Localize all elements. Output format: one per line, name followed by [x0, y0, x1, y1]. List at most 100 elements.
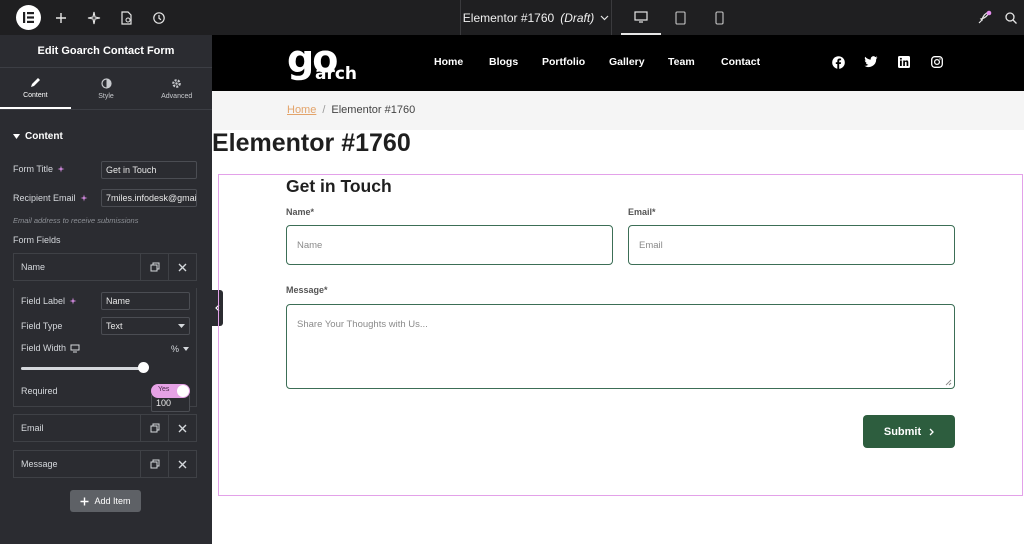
repeater-item-label: Name — [21, 262, 46, 272]
remove-button[interactable] — [168, 450, 196, 478]
close-icon — [178, 460, 187, 468]
chevron-down-icon — [600, 15, 609, 20]
slider-fill — [21, 367, 143, 370]
form-title: Get in Touch — [286, 176, 392, 196]
tablet-view-button[interactable] — [660, 0, 700, 35]
caret-down-icon — [13, 134, 20, 139]
elementor-logo-button[interactable] — [16, 5, 41, 30]
facebook-icon[interactable] — [831, 55, 845, 69]
tab-content[interactable]: Content — [0, 68, 71, 109]
recipient-email-input[interactable]: 7miles.infodesk@gmail — [101, 189, 197, 207]
field-width-slider[interactable] — [21, 367, 143, 370]
document-status: (Draft) — [560, 10, 595, 25]
resize-handle-icon[interactable] — [945, 379, 952, 386]
nav-contact[interactable]: Contact — [721, 56, 760, 68]
nav-blogs[interactable]: Blogs — [489, 56, 518, 68]
document-title-dropdown[interactable]: Elementor #1760 (Draft) — [460, 0, 612, 35]
email-input[interactable]: Email — [628, 225, 955, 265]
close-icon — [178, 424, 187, 432]
breadcrumb-separator: / — [322, 104, 326, 116]
slider-handle[interactable] — [138, 362, 149, 373]
repeater-item-email[interactable]: Email — [13, 414, 197, 442]
add-element-button[interactable] — [49, 6, 73, 30]
nav-gallery[interactable]: Gallery — [609, 56, 645, 68]
tab-style[interactable]: Style — [71, 68, 142, 109]
editor-panel: Edit Goarch Contact Form Content Style A… — [0, 35, 212, 544]
plus-icon — [56, 13, 66, 23]
name-input[interactable]: Name — [286, 225, 613, 265]
ai-sparkle-icon[interactable] — [57, 165, 66, 174]
sparkle-icon — [87, 11, 101, 25]
twitter-icon[interactable] — [864, 55, 878, 69]
required-label: Required — [21, 386, 58, 396]
content-section-title: Content — [25, 131, 63, 142]
name-field-label: Name* — [286, 207, 315, 217]
search-icon — [1005, 12, 1017, 24]
breadcrumb-home-link[interactable]: Home — [287, 104, 316, 116]
close-icon — [178, 263, 187, 271]
remove-button[interactable] — [168, 253, 196, 281]
logo-sub-text: arch — [315, 64, 358, 84]
gear-icon — [172, 78, 181, 88]
caret-down-icon — [178, 324, 185, 328]
chevron-right-icon — [929, 428, 935, 435]
submit-button[interactable]: Submit — [863, 415, 955, 448]
page-title: Elementor #1760 — [212, 129, 411, 157]
history-button[interactable] — [147, 6, 171, 30]
message-textarea[interactable]: Share Your Thoughts with Us... — [286, 304, 955, 389]
ai-sparkle-icon[interactable] — [69, 297, 78, 306]
site-logo[interactable]: go arch — [287, 40, 357, 84]
field-label-input[interactable]: Name — [101, 292, 190, 310]
notifications-button[interactable] — [972, 6, 996, 30]
field-type-value: Text — [106, 321, 123, 331]
site-header: go arch Home Blogs Portfolio Gallery Tea… — [212, 35, 1024, 91]
ai-sparkle-icon[interactable] — [80, 194, 89, 203]
content-section-toggle[interactable]: Content — [13, 131, 63, 142]
required-toggle[interactable]: Yes — [151, 384, 190, 398]
tab-advanced-label: Advanced — [161, 92, 193, 100]
elementor-icon — [23, 12, 34, 23]
caret-down-icon — [183, 347, 190, 351]
panel-title: Edit Goarch Contact Form — [0, 35, 212, 68]
toggle-knob — [177, 385, 189, 397]
mobile-icon — [714, 10, 724, 25]
repeater-item-label: Email — [21, 423, 44, 433]
mobile-view-button[interactable] — [699, 0, 739, 35]
repeater-item-message[interactable]: Message — [13, 450, 197, 478]
half-circle-icon — [100, 77, 112, 89]
linkedin-icon[interactable] — [897, 55, 911, 69]
unit-value: % — [171, 344, 180, 354]
submit-label: Submit — [883, 425, 922, 438]
form-title-label-text: Form Title — [13, 164, 54, 174]
message-field-label: Message* — [286, 285, 328, 295]
nav-team[interactable]: Team — [668, 56, 695, 68]
instagram-icon[interactable] — [930, 55, 944, 69]
form-fields-label: Form Fields — [13, 235, 61, 245]
recipient-email-hint: Email address to receive submissions — [13, 216, 139, 225]
duplicate-button[interactable] — [140, 253, 168, 281]
page-settings-button[interactable] — [114, 6, 138, 30]
desktop-icon — [634, 10, 648, 23]
field-width-label: Field Width — [21, 343, 80, 353]
desktop-view-button[interactable] — [621, 0, 661, 35]
email-field-label: Email* — [628, 207, 656, 217]
editor-topbar: Elementor #1760 (Draft) — [0, 0, 1024, 35]
nav-home[interactable]: Home — [434, 56, 463, 68]
rocket-icon — [978, 10, 992, 24]
plus-icon — [80, 497, 89, 505]
duplicate-button[interactable] — [140, 450, 168, 478]
repeater-item-name[interactable]: Name — [13, 253, 197, 281]
unit-select[interactable]: % — [171, 344, 190, 354]
remove-button[interactable] — [168, 414, 196, 442]
form-title-input[interactable]: Get in Touch — [101, 161, 197, 179]
nav-portfolio[interactable]: Portfolio — [542, 56, 585, 68]
add-item-button[interactable]: Add Item — [70, 490, 141, 512]
ai-button[interactable] — [82, 6, 106, 30]
tab-advanced[interactable]: Advanced — [141, 68, 212, 109]
desktop-icon[interactable] — [70, 344, 80, 353]
search-button[interactable] — [999, 6, 1023, 30]
duplicate-button[interactable] — [140, 414, 168, 442]
field-type-select[interactable]: Text — [101, 317, 190, 335]
message-placeholder: Share Your Thoughts with Us... — [297, 319, 428, 330]
recipient-email-label: Recipient Email — [13, 193, 89, 203]
